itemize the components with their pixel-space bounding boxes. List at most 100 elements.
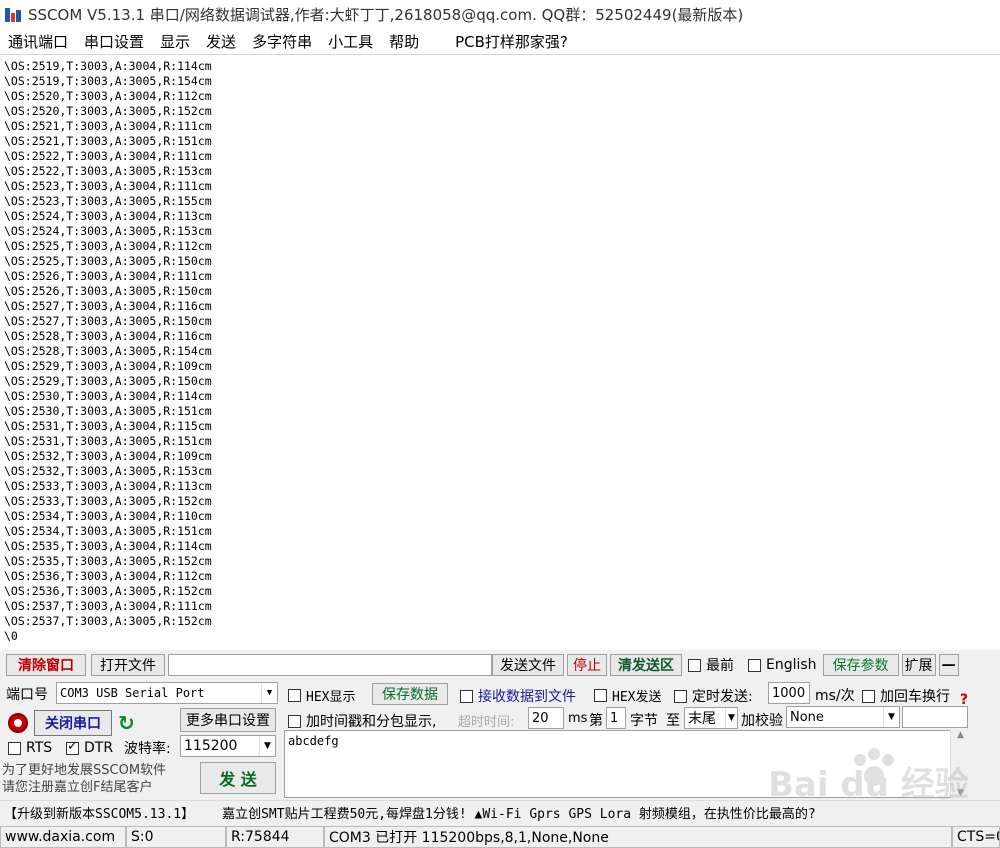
timeout-label: 超时时间: bbox=[458, 715, 515, 730]
checksum-extra-input[interactable] bbox=[902, 706, 968, 728]
receive-line: \OS:2527,T:3003,A:3005,R:150cm bbox=[4, 314, 212, 328]
timestamp-checkbox[interactable]: 加时间戳和分包显示, bbox=[288, 711, 436, 731]
receive-line: \OS:2524,T:3003,A:3004,R:113cm bbox=[4, 209, 212, 223]
open-file-button[interactable]: 打开文件 bbox=[91, 654, 165, 676]
menu-serial-settings[interactable]: 串口设置 bbox=[84, 31, 144, 52]
file-path-input[interactable] bbox=[168, 654, 492, 676]
scroll-up-icon[interactable]: ▲ bbox=[957, 730, 964, 740]
checkbox-box bbox=[288, 714, 301, 728]
receive-line: \OS:2520,T:3003,A:3005,R:152cm bbox=[4, 104, 212, 118]
timeout-input[interactable]: 20 bbox=[528, 707, 564, 729]
receive-line: \OS:2537,T:3003,A:3005,R:152cm bbox=[4, 614, 212, 628]
checkbox-box bbox=[674, 689, 687, 703]
dtr-label: DTR bbox=[84, 740, 114, 756]
clear-send-button[interactable]: 清发送区 bbox=[610, 654, 682, 676]
menu-tools[interactable]: 小工具 bbox=[328, 31, 373, 52]
send-textarea[interactable]: abcdefg bbox=[284, 730, 970, 798]
chevron-down-icon[interactable]: ▼ bbox=[725, 708, 737, 728]
receive-line: \OS:2525,T:3003,A:3004,R:112cm bbox=[4, 239, 212, 253]
topmost-checkbox[interactable]: 最前 bbox=[688, 655, 734, 675]
ad-text[interactable]: 嘉立创SMT贴片工程费50元,每焊盘1分钱! ▲Wi-Fi Gprs GPS L… bbox=[222, 803, 816, 822]
status-site[interactable]: www.daxia.com bbox=[0, 826, 126, 848]
checkbox-box bbox=[288, 689, 301, 702]
hex-display-checkbox[interactable]: HEX显示 bbox=[288, 686, 355, 705]
more-settings-button[interactable]: 更多串口设置 bbox=[180, 708, 276, 732]
rts-checkbox[interactable]: RTS bbox=[8, 740, 52, 756]
receive-line: \OS:2536,T:3003,A:3004,R:112cm bbox=[4, 569, 212, 583]
send-file-button[interactable]: 发送文件 bbox=[492, 654, 564, 676]
receive-line: \OS:2526,T:3003,A:3005,R:150cm bbox=[4, 284, 212, 298]
promo-bar: 【升级到新版本SSCOM5.13.1】 嘉立创SMT贴片工程费50元,每焊盘1分… bbox=[0, 800, 1000, 824]
receive-line: \OS:2532,T:3003,A:3005,R:153cm bbox=[4, 464, 212, 478]
receive-line: \OS:2535,T:3003,A:3004,R:114cm bbox=[4, 539, 212, 553]
english-checkbox[interactable]: English bbox=[748, 657, 817, 673]
send-button[interactable]: 发 送 bbox=[200, 762, 276, 794]
app-logo-icon bbox=[4, 5, 22, 23]
receive-line: \OS:2533,T:3003,A:3004,R:113cm bbox=[4, 479, 212, 493]
collapse-button[interactable]: — bbox=[938, 654, 959, 676]
receive-line: \OS:2528,T:3003,A:3004,R:116cm bbox=[4, 329, 212, 343]
checkbox-box bbox=[748, 658, 761, 672]
action-toolbar: 清除窗口 打开文件 发送文件 停止 清发送区 最前 English 保存参数 扩… bbox=[0, 652, 1000, 678]
menu-multi-string[interactable]: 多字符串 bbox=[252, 31, 312, 52]
register-promo: 为了更好地发展SSCOM软件 请您注册嘉立创F结尾客户 bbox=[2, 762, 188, 796]
chevron-down-icon[interactable]: ▼ bbox=[883, 707, 899, 727]
clear-window-button[interactable]: 清除窗口 bbox=[6, 654, 86, 676]
receive-line: \OS:2522,T:3003,A:3004,R:111cm bbox=[4, 149, 212, 163]
chevron-down-icon[interactable]: ▼ bbox=[261, 683, 277, 703]
receive-line: \OS:2529,T:3003,A:3005,R:150cm bbox=[4, 374, 212, 388]
upgrade-link[interactable]: 【升级到新版本SSCOM5.13.1】 bbox=[4, 803, 194, 822]
scroll-down-icon[interactable]: ▼ bbox=[957, 788, 964, 798]
port-select[interactable]: COM3 USB Serial Port ▼ bbox=[56, 682, 278, 704]
timeout-unit: ms bbox=[568, 711, 588, 726]
baud-label: 波特率: bbox=[124, 741, 171, 757]
end-select[interactable]: 末尾 ▼ bbox=[684, 707, 738, 729]
menu-comm-port[interactable]: 通讯端口 bbox=[8, 31, 68, 52]
receive-area[interactable]: \OS:2519,T:3003,A:3004,R:114cm \OS:2519,T… bbox=[0, 54, 1000, 650]
refresh-icon[interactable]: ↻ bbox=[118, 711, 135, 735]
receive-line: \OS:2520,T:3003,A:3004,R:112cm bbox=[4, 89, 212, 103]
topmost-label: 最前 bbox=[706, 658, 734, 674]
expand-button[interactable]: 扩展 bbox=[901, 654, 936, 676]
chevron-down-icon[interactable]: ▼ bbox=[259, 736, 275, 756]
byte-prefix: 第 bbox=[589, 713, 603, 729]
baud-select[interactable]: 115200 ▼ bbox=[180, 735, 276, 757]
interval-unit: ms/次 bbox=[815, 688, 855, 704]
title-bar: SSCOM V5.13.1 串口/网络数据调试器,作者:大虾丁丁,2618058… bbox=[0, 0, 1000, 28]
timed-send-checkbox[interactable]: 定时发送: bbox=[674, 686, 753, 706]
interval-input[interactable]: 1000 bbox=[768, 682, 810, 704]
dtr-checkbox[interactable]: DTR bbox=[66, 739, 114, 756]
receive-line: \OS:2532,T:3003,A:3004,R:109cm bbox=[4, 449, 212, 463]
close-port-button[interactable]: 关闭串口 bbox=[34, 710, 112, 736]
receive-line: \OS:2536,T:3003,A:3005,R:152cm bbox=[4, 584, 212, 598]
menu-send[interactable]: 发送 bbox=[206, 31, 236, 52]
menu-display[interactable]: 显示 bbox=[160, 31, 190, 52]
port-status-icon bbox=[8, 713, 28, 733]
recv-to-file-checkbox[interactable]: 接收数据到文件 bbox=[460, 686, 576, 706]
receive-line: \OS:2531,T:3003,A:3005,R:151cm bbox=[4, 434, 212, 448]
menu-help[interactable]: 帮助 bbox=[389, 31, 419, 52]
status-sent: S:0 bbox=[126, 826, 226, 848]
stop-button[interactable]: 停止 bbox=[567, 654, 607, 676]
add-newline-checkbox[interactable]: 加回车换行 bbox=[862, 686, 950, 706]
status-port: COM3 已打开 115200bps,8,1,None,None bbox=[324, 826, 952, 848]
save-data-button[interactable]: 保存数据 bbox=[372, 683, 448, 705]
menu-pcb-ad[interactable]: PCB打样那家强? bbox=[455, 31, 568, 52]
menu-bar: 通讯端口 串口设置 显示 发送 多字符串 小工具 帮助 PCB打样那家强? bbox=[0, 28, 1000, 54]
byte-label: 字节 bbox=[630, 713, 658, 729]
english-label: English bbox=[766, 657, 817, 673]
receive-line: \OS:2519,T:3003,A:3004,R:114cm bbox=[4, 59, 212, 73]
baud-value: 115200 bbox=[184, 738, 238, 754]
hex-send-checkbox[interactable]: HEX发送 bbox=[594, 686, 661, 705]
receive-line: \OS:2535,T:3003,A:3005,R:152cm bbox=[4, 554, 212, 568]
register-promo-line-1: 为了更好地发展SSCOM软件 bbox=[2, 763, 167, 778]
save-params-button[interactable]: 保存参数 bbox=[822, 654, 899, 676]
checksum-select[interactable]: None ▼ bbox=[786, 706, 900, 728]
checksum-value: None bbox=[790, 709, 824, 725]
byte-start-input[interactable]: 1 bbox=[606, 707, 626, 729]
send-scrollbar[interactable]: ▲ ▼ bbox=[950, 730, 970, 798]
receive-line: \OS:2531,T:3003,A:3004,R:115cm bbox=[4, 419, 212, 433]
checkbox-box bbox=[460, 689, 473, 703]
receive-line: \OS:2530,T:3003,A:3004,R:114cm bbox=[4, 389, 212, 403]
send-text: abcdefg bbox=[288, 734, 339, 748]
